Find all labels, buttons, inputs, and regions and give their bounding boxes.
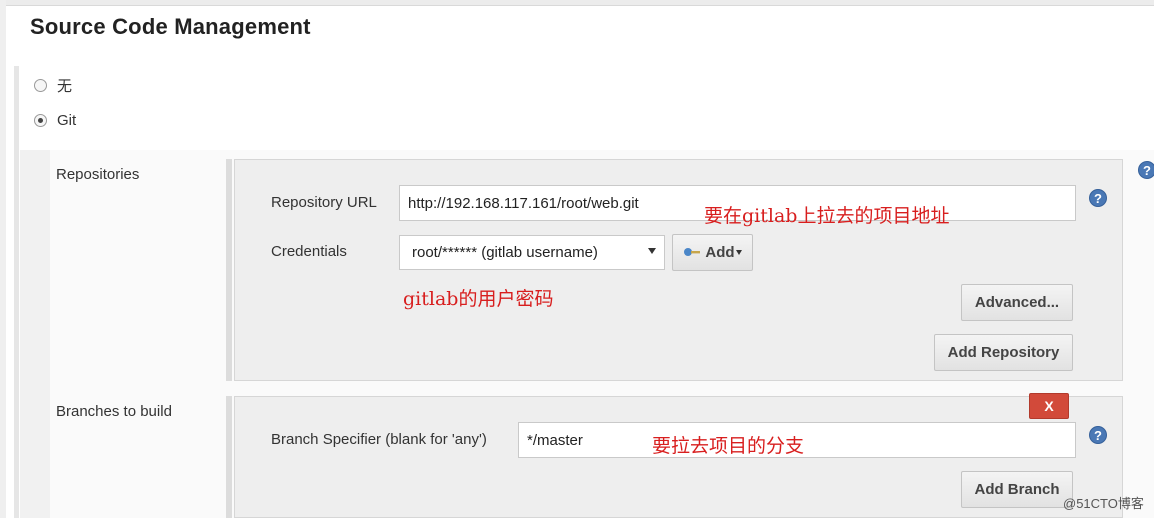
caret-down-icon xyxy=(648,248,656,254)
help-icon[interactable]: ? xyxy=(1089,189,1107,207)
add-credentials-button[interactable]: Add xyxy=(672,234,753,271)
advanced-button[interactable]: Advanced... xyxy=(961,284,1073,321)
url-annotation: 要在gitlab上拉去的项目地址 xyxy=(704,205,950,227)
branch-annotation: 要拉去项目的分支 xyxy=(652,435,805,457)
credentials-label: Credentials xyxy=(271,243,347,260)
scm-option-git[interactable]: Git xyxy=(34,112,76,129)
add-repository-button[interactable]: Add Repository xyxy=(934,334,1073,371)
scm-option-none-label: 无 xyxy=(57,78,73,95)
repository-url-label: Repository URL xyxy=(271,194,377,211)
repositories-label: Repositories xyxy=(56,166,140,183)
key-icon xyxy=(683,244,701,261)
help-icon[interactable]: ? xyxy=(1089,426,1107,444)
add-credentials-label: Add xyxy=(705,244,735,261)
add-branch-button[interactable]: Add Branch xyxy=(961,471,1073,508)
scm-option-git-label: Git xyxy=(57,112,77,129)
section-title: Source Code Management xyxy=(30,14,311,39)
top-frame xyxy=(0,0,1154,6)
credentials-select[interactable]: root/****** (gitlab username) xyxy=(399,235,665,270)
section-left-bar xyxy=(14,66,19,518)
delete-branch-button[interactable]: X xyxy=(1029,393,1069,419)
help-icon[interactable]: ? xyxy=(1138,161,1154,179)
scm-option-none[interactable]: 无 xyxy=(34,75,72,96)
radio-selected-dot xyxy=(38,118,43,123)
radio-none[interactable] xyxy=(34,79,47,92)
repositories-gutter xyxy=(226,159,232,381)
credentials-annotation: gitlab的用户密码 xyxy=(403,288,554,310)
left-frame xyxy=(0,0,6,518)
git-left-bar xyxy=(20,150,50,518)
branches-label: Branches to build xyxy=(56,403,172,420)
radio-git[interactable] xyxy=(34,114,47,127)
watermark: @51CTO博客 xyxy=(1063,496,1144,511)
credentials-selected-value: root/****** (gitlab username) xyxy=(412,244,598,261)
caret-down-icon xyxy=(735,250,742,255)
branch-specifier-label: Branch Specifier (blank for 'any') xyxy=(271,431,487,448)
branches-gutter xyxy=(226,396,232,518)
